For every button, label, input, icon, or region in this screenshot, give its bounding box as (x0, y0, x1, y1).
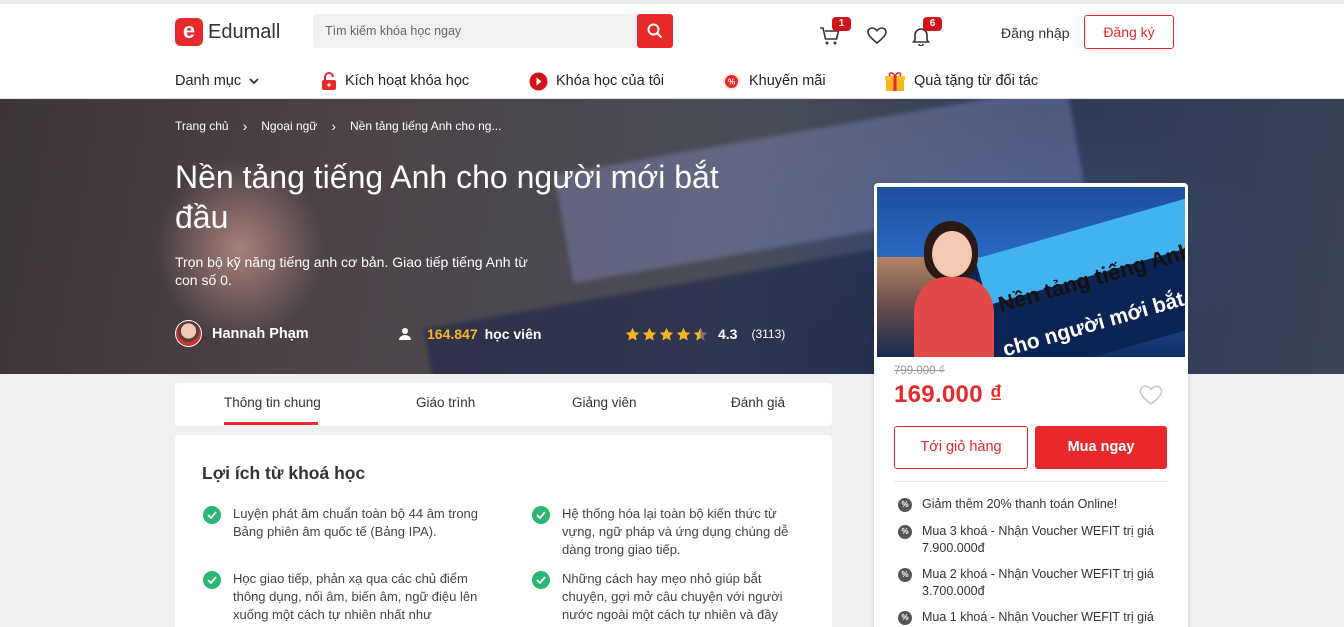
tab-overview[interactable]: Thông tin chung (224, 395, 321, 410)
search-bar (313, 14, 673, 48)
breadcrumb-home[interactable]: Trang chủ (175, 119, 229, 133)
search-input[interactable] (313, 14, 633, 48)
student-count: 164.847 học viên (398, 326, 541, 342)
login-link[interactable]: Đăng nhập (1001, 25, 1070, 41)
breadcrumb: Trang chủ › Ngoại ngữ › Nền tảng tiếng A… (175, 118, 501, 134)
nav-my-courses[interactable]: Khóa học của tôi (529, 68, 664, 94)
benefit-item: Luyện phát âm chuẩn toàn bộ 44 âm trong … (203, 505, 478, 541)
discount-icon: % (898, 611, 912, 625)
discount-icon: % (898, 525, 912, 539)
add-to-wishlist-button[interactable] (1139, 385, 1163, 411)
nav-promotions-label: Khuyến mãi (749, 73, 826, 89)
star-icon (625, 327, 640, 340)
course-title: Nền tảng tiếng Anh cho người mới bắt đầu (175, 159, 719, 235)
svg-text:%: % (728, 77, 735, 86)
promo-text: Mua 1 khoá - Nhận Voucher WEFIT trị giá (922, 610, 1154, 624)
benefit-item: Những cách hay mẹo nhỏ giúp bắt chuyện, … (532, 570, 802, 624)
course-thumbnail[interactable]: Nền tảng tiếng Anh cho người mới bắt đầu (877, 187, 1185, 357)
check-circle-icon (203, 571, 221, 589)
promo-item: % Mua 3 khoá - Nhận Voucher WEFIT trị gi… (898, 523, 1168, 557)
nav-category-label: Danh mục (175, 73, 242, 89)
student-count-value: 164.847 (427, 326, 478, 342)
course-rating: 4.3 (3113) (625, 326, 785, 342)
original-price: 799.000 ₫ (894, 365, 945, 377)
discount-icon: % (723, 72, 740, 90)
benefit-item: Hệ thống hóa lại toàn bộ kiến thức từ vự… (532, 505, 802, 559)
notification-count-badge: 6 (923, 17, 942, 31)
course-subtitle: Trọn bộ kỹ năng tiếng anh cơ bản. Giao t… (175, 254, 528, 288)
search-button[interactable] (637, 14, 673, 48)
promo-item: % Mua 1 khoá - Nhận Voucher WEFIT trị gi… (898, 609, 1168, 626)
user-icon (399, 328, 411, 340)
heart-outline-icon (1139, 385, 1163, 406)
check-circle-icon (532, 506, 550, 524)
nav-activate-course[interactable]: Kích hoạt khóa học (321, 68, 469, 94)
nav-promotions[interactable]: % Khuyến mãi (722, 68, 826, 94)
course-author[interactable]: Hannah Phạm (175, 320, 309, 347)
star-icon (642, 327, 657, 340)
site-header: e Edumall 1 6 Đăng nhập Đăng ký Danh mục… (0, 0, 1344, 99)
go-to-cart-button[interactable]: Tới giỏ hàng (894, 426, 1028, 469)
course-tabs: Thông tin chung Giáo trình Giảng viên Đá… (175, 383, 832, 426)
review-count: (3113) (751, 327, 786, 341)
star-icon (676, 327, 691, 340)
student-count-label: học viên (484, 326, 542, 342)
benefit-text: Hệ thống hóa lại toàn bộ kiến thức từ vự… (562, 506, 789, 557)
discount-icon: % (898, 498, 912, 512)
tab-curriculum[interactable]: Giáo trình (416, 395, 475, 410)
cart-button[interactable]: 1 (818, 17, 851, 48)
star-icon (659, 327, 674, 340)
heart-icon (867, 27, 887, 45)
nav-partner-gifts[interactable]: Quà tặng từ đối tác (884, 68, 1038, 94)
sale-price: 169.000 ₫ (894, 381, 1003, 408)
breadcrumb-category[interactable]: Ngoại ngữ (261, 119, 317, 133)
check-circle-icon (203, 506, 221, 524)
register-button[interactable]: Đăng ký (1084, 15, 1174, 49)
tab-instructor[interactable]: Giảng viên (572, 395, 637, 410)
edumall-logo[interactable]: e Edumall (175, 18, 280, 46)
benefit-text: Những cách hay mẹo nhỏ giúp bắt chuyện, … (562, 571, 783, 622)
benefit-item: Học giao tiếp, phản xạ qua các chủ điểm … (203, 570, 478, 624)
promo-text: Giảm thêm 20% thanh toán Online! (922, 497, 1118, 511)
half-star-icon (693, 327, 708, 340)
purchase-card: Nền tảng tiếng Anh cho người mới bắt đầu… (874, 183, 1188, 627)
instructor-photo (912, 217, 994, 357)
discount-icon: % (898, 568, 912, 582)
wishlist-button[interactable] (865, 24, 889, 48)
cart-count-badge: 1 (832, 17, 851, 31)
gift-icon (885, 71, 905, 91)
benefit-text: Luyện phát âm chuẩn toàn bộ 44 âm trong … (233, 506, 479, 539)
rating-score: 4.3 (718, 326, 738, 342)
tab-reviews[interactable]: Đánh giá (731, 395, 785, 410)
promo-item: % Giảm thêm 20% thanh toán Online! (898, 496, 1168, 513)
active-tab-indicator (224, 422, 318, 425)
logo-mark: e (175, 18, 203, 46)
buy-now-button[interactable]: Mua ngay (1035, 426, 1167, 469)
benefit-text: Học giao tiếp, phản xạ qua các chủ điểm … (233, 571, 478, 622)
promo-item: % Mua 2 khoá - Nhận Voucher WEFIT trị gi… (898, 566, 1168, 600)
lock-icon (322, 71, 336, 90)
logo-text: Edumall (208, 20, 281, 43)
play-icon (529, 72, 548, 90)
search-icon (647, 23, 663, 39)
chevron-right-icon: › (242, 118, 248, 134)
nav-partner-gifts-label: Quà tặng từ đối tác (914, 73, 1039, 89)
chevron-right-icon: › (331, 118, 337, 134)
breadcrumb-current: Nền tảng tiếng Anh cho ng... (350, 119, 502, 133)
benefits-panel: Lợi ích từ khoá học Luyện phát âm chuẩn … (175, 435, 832, 627)
notification-button[interactable]: 6 (909, 17, 942, 48)
avatar (175, 320, 202, 347)
author-name: Hannah Phạm (212, 325, 309, 342)
divider (894, 481, 1168, 482)
nav-category[interactable]: Danh mục (175, 68, 259, 94)
check-circle-icon (532, 571, 550, 589)
chevron-down-icon (249, 77, 259, 84)
nav-activate-label: Kích hoạt khóa học (345, 73, 470, 89)
promo-text: Mua 2 khoá - Nhận Voucher WEFIT trị giá … (922, 567, 1154, 598)
nav-my-courses-label: Khóa học của tôi (556, 73, 665, 89)
benefits-heading: Lợi ích từ khoá học (202, 463, 366, 483)
promo-text: Mua 3 khoá - Nhận Voucher WEFIT trị giá … (922, 524, 1154, 555)
